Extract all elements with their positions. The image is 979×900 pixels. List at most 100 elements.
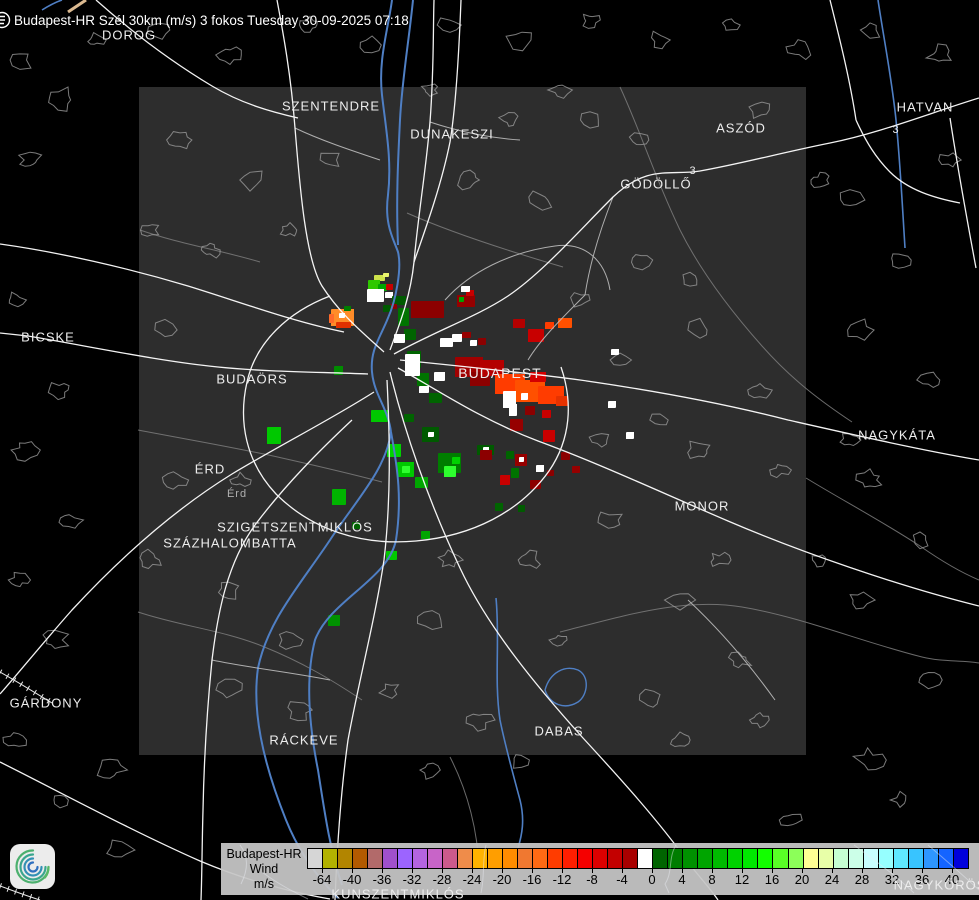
radar-echo	[429, 393, 442, 403]
radar-echo	[478, 338, 486, 345]
colorbar-tick-label: 36	[914, 872, 930, 887]
radar-echo	[332, 489, 346, 505]
radar-echo	[419, 386, 429, 393]
radar-echo	[511, 468, 519, 478]
colorbar-cell	[592, 849, 608, 868]
radar-echo	[404, 414, 414, 422]
colorbar-cell	[607, 849, 623, 868]
colorbar-cell	[937, 849, 953, 868]
colorbar-cell	[457, 849, 473, 868]
colorbar-cell	[682, 849, 698, 868]
radar-echo	[336, 322, 351, 328]
radar-echo	[434, 372, 445, 381]
radar-echo	[518, 505, 525, 512]
settlement-outline	[810, 171, 830, 189]
colorbar-cell	[952, 849, 968, 868]
settlement-outline	[2, 732, 28, 747]
settlement-outline	[839, 189, 866, 207]
settlement-outline	[47, 382, 70, 401]
settlement-outline	[87, 31, 107, 45]
colorbar-tick-label: 40	[944, 872, 960, 887]
colorbar-cell	[817, 849, 833, 868]
settlement-outline	[851, 746, 887, 771]
radar-echo	[536, 465, 544, 472]
legend-unit: m/s	[253, 877, 275, 891]
radar-echo	[495, 503, 503, 511]
colorbar-cell	[862, 849, 878, 868]
colorbar-cell	[832, 849, 848, 868]
radar-echo	[509, 404, 517, 416]
radar-echo	[352, 522, 360, 529]
radar-echo	[462, 332, 471, 338]
radar-echo	[329, 314, 334, 323]
colorbar-cell	[802, 849, 818, 868]
colorbar-tick-label: -40	[342, 872, 362, 887]
settlement-outline	[650, 30, 672, 50]
colorbar-cell	[308, 849, 323, 868]
radar-echo	[626, 432, 634, 439]
colorbar-cell	[427, 849, 443, 868]
colorbar-tick-label: -4	[616, 872, 628, 887]
radar-echo	[344, 306, 351, 311]
colorbar-cell	[757, 849, 773, 868]
colorbar-tick-label: -36	[372, 872, 392, 887]
settlement-outline	[847, 318, 875, 341]
radar-echo	[611, 349, 619, 355]
radar-echo	[513, 319, 525, 328]
colorbar-tick-label: 20	[794, 872, 810, 887]
colorbar-cell	[487, 849, 503, 868]
legend-panel: Budapest-HR Wind m/s -64 -40 -36 -32 -28 -24-…	[221, 843, 979, 895]
radar-echo	[386, 284, 393, 290]
colorbar-cell	[322, 849, 338, 868]
radar-screenshot: Budapest-HR Wind m/s -64 -40 -36 -32 -28 -24-…	[0, 0, 979, 900]
settlement-outline	[214, 46, 242, 66]
colorbar-cell	[712, 849, 728, 868]
radar-echo	[521, 393, 528, 400]
radar-echo	[440, 338, 453, 347]
settlement-outline	[10, 441, 41, 462]
settlement-outline	[582, 13, 601, 29]
radar-echo	[480, 360, 504, 376]
colorbar-cell	[577, 849, 593, 868]
settlement-outline	[8, 291, 28, 308]
radar-echo	[459, 297, 464, 302]
radar-echo	[444, 466, 456, 477]
colorbar-cell	[667, 849, 683, 868]
legend-info: Budapest-HR Wind m/s	[221, 847, 307, 892]
map-canvas	[0, 0, 979, 900]
settlement-outline	[891, 253, 912, 269]
title-bar: Budapest-HR Szél 30km (m/s) 3 fokos Tues…	[0, 10, 409, 30]
radar-echo	[452, 457, 460, 464]
radar-echo	[480, 450, 492, 460]
radar-echo	[421, 531, 430, 539]
colorbar-cell	[772, 849, 788, 868]
radar-echo	[367, 289, 384, 302]
radar-echo	[528, 329, 544, 342]
legend-product-name: Budapest-HR	[226, 847, 302, 861]
settlement-outline	[785, 39, 812, 61]
small-stream	[41, 0, 63, 11]
settlement-outline	[58, 514, 85, 529]
radar-echo	[267, 427, 281, 444]
radar-coverage-area	[139, 87, 806, 755]
settlement-outline	[96, 758, 129, 779]
colorbar-cell	[502, 849, 518, 868]
colorbar-tick-label: 12	[734, 872, 750, 887]
colorbar-cell	[652, 849, 668, 868]
colorbar-tick-label: -28	[432, 872, 452, 887]
title-text: Budapest-HR Szél 30km (m/s) 3 fokos Tues…	[14, 12, 409, 28]
radar-echo	[500, 475, 510, 485]
radar-echo	[428, 432, 434, 437]
settlement-outline	[918, 671, 943, 690]
settlement-outline	[859, 22, 881, 39]
colorbar-tick-label: 28	[854, 872, 870, 887]
settlement-outline	[849, 591, 877, 610]
colorbar-cell	[532, 849, 548, 868]
settlement-outline	[106, 839, 136, 858]
colorbar-cell	[697, 849, 713, 868]
spiral-logo-icon	[15, 849, 50, 884]
colorbar-cell	[562, 849, 578, 868]
settlement-outline	[418, 762, 441, 780]
colorbar-cell	[382, 849, 398, 868]
colorbar-tick-label: -16	[522, 872, 542, 887]
